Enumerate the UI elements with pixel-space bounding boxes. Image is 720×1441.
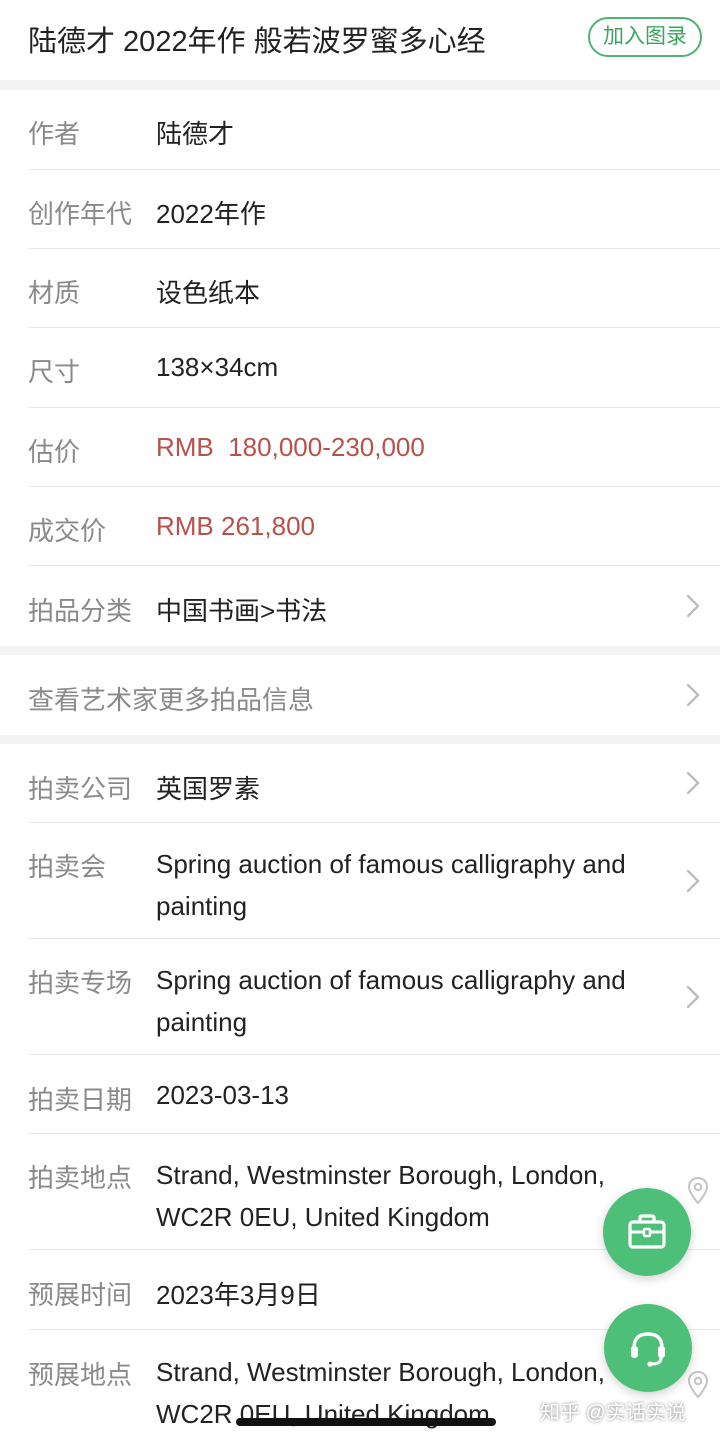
auction-label: 拍卖会 [28, 852, 107, 882]
auction-value: Strand, Westminster Borough, London, WC2… [156, 1160, 605, 1232]
artist-more-lots-label: 查看艺术家更多拍品信息 [28, 685, 315, 715]
auction-row-date: 拍卖日期 2023-03-13 [0, 1055, 720, 1134]
auction-value: 2023-03-13 [156, 1080, 289, 1110]
detail-row-material: 材质 设色纸本 [0, 249, 720, 328]
detail-row-category[interactable]: 拍品分类 中国书画>书法 [0, 566, 720, 646]
add-to-catalog-button[interactable]: 加入图录 [588, 17, 702, 57]
detail-value: 138×34cm [156, 352, 279, 382]
detail-label: 创作年代 [28, 199, 133, 229]
briefcase-icon [628, 1214, 666, 1249]
detail-row-estimate: 估价 RMB 180,000-230,000 [0, 408, 720, 487]
chevron-right-icon [686, 594, 700, 618]
customer-service-fab[interactable] [604, 1304, 692, 1392]
auction-label: 预展时间 [28, 1280, 133, 1310]
auction-label: 拍卖专场 [28, 968, 133, 998]
auction-label: 拍卖公司 [28, 774, 133, 804]
location-pin-icon[interactable] [686, 1370, 710, 1400]
auction-row-company[interactable]: 拍卖公司 英国罗素 [0, 744, 720, 823]
auction-value: 英国罗素 [156, 774, 261, 804]
hammer-price: RMB 261,800 [156, 511, 315, 541]
auction-label: 拍卖日期 [28, 1085, 133, 1115]
detail-label: 作者 [28, 119, 81, 149]
detail-label: 成交价 [28, 516, 107, 546]
detail-label: 拍品分类 [28, 596, 133, 626]
auction-value: Spring auction of famous calligraphy and… [156, 849, 626, 921]
chevron-right-icon [686, 683, 700, 707]
detail-value: 中国书画>书法 [156, 596, 328, 626]
auction-value: 2023年3月9日 [156, 1280, 321, 1310]
detail-row-author: 作者 陆德才 [0, 90, 720, 170]
lot-detail-page: 陆德才 2022年作 般若波罗蜜多心经 加入图录 作者 陆德才 创作年代 202… [0, 0, 720, 1441]
location-pin-icon[interactable] [686, 1176, 710, 1206]
lot-header: 陆德才 2022年作 般若波罗蜜多心经 加入图录 [0, 0, 720, 80]
chevron-right-icon [686, 869, 700, 893]
auction-label: 预展地点 [28, 1360, 133, 1390]
detail-value: 设色纸本 [156, 278, 261, 308]
home-indicator [236, 1418, 496, 1426]
detail-value: 2022年作 [156, 199, 266, 229]
detail-row-size: 尺寸 138×34cm [0, 328, 720, 408]
detail-label: 尺寸 [28, 357, 81, 387]
watermark: 知乎 @实话实说 [540, 1402, 686, 1424]
auction-row-sale[interactable]: 拍卖会 Spring auction of famous calligraphy… [0, 823, 720, 939]
toolbox-fab[interactable] [603, 1188, 691, 1276]
section-gap [0, 646, 720, 655]
detail-value: 陆德才 [156, 119, 235, 149]
auction-row-session[interactable]: 拍卖专场 Spring auction of famous calligraph… [0, 939, 720, 1055]
detail-label: 估价 [28, 437, 81, 467]
detail-label: 材质 [28, 278, 81, 308]
auction-value: Spring auction of famous calligraphy and… [156, 965, 626, 1037]
section-gap [0, 735, 720, 744]
auction-label: 拍卖地点 [28, 1163, 133, 1193]
detail-row-hammer-price: 成交价 RMB 261,800 [0, 487, 720, 566]
headset-icon [631, 1332, 665, 1367]
chevron-right-icon [686, 771, 700, 795]
detail-row-year: 创作年代 2022年作 [0, 170, 720, 249]
lot-title: 陆德才 2022年作 般若波罗蜜多心经 [28, 26, 486, 58]
estimate-price: RMB 180,000-230,000 [156, 432, 425, 462]
section-gap [0, 80, 720, 90]
artist-more-lots-link[interactable]: 查看艺术家更多拍品信息 [0, 655, 720, 735]
chevron-right-icon [686, 985, 700, 1009]
auction-row-preview-time: 预展时间 2023年3月9日 [0, 1250, 720, 1330]
